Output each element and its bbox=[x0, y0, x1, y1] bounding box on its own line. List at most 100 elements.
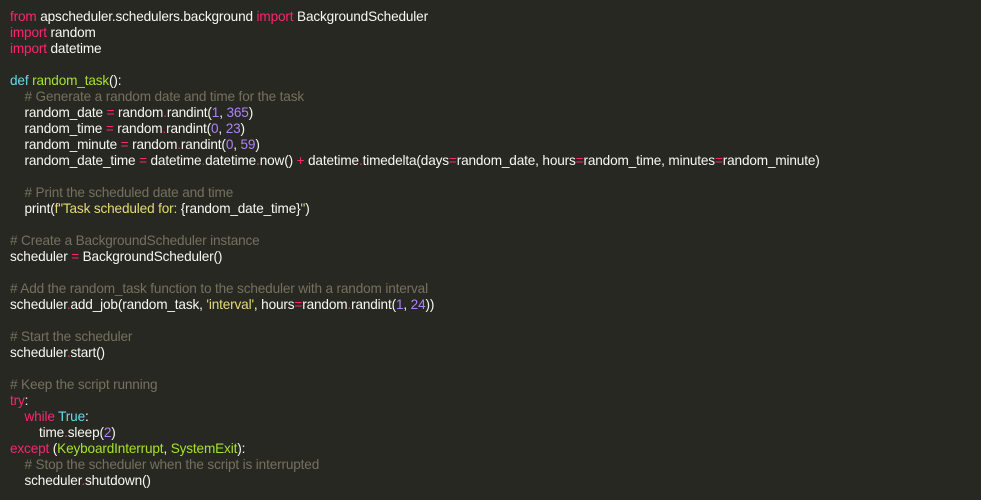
code-token-keyword: while bbox=[24, 409, 55, 424]
code-token-plain: randint( bbox=[166, 105, 212, 120]
code-token-plain: randint( bbox=[351, 297, 396, 312]
code-token-exc: SystemExit bbox=[170, 441, 238, 456]
code-token-plain: ) bbox=[305, 201, 310, 216]
code-line: # Keep the script running bbox=[10, 377, 978, 393]
code-token-plain: , bbox=[233, 137, 241, 152]
code-token-plain: ) bbox=[248, 105, 254, 120]
code-token-plain: scheduler bbox=[10, 345, 67, 360]
code-line: import datetime bbox=[10, 41, 978, 57]
code-token-plain: BackgroundScheduler bbox=[293, 9, 428, 24]
code-token-plain: random_time, minutes bbox=[583, 153, 715, 168]
code-token-number: 23 bbox=[225, 121, 241, 136]
code-token-plain: print( bbox=[10, 201, 55, 216]
code-token-plain: randint( bbox=[180, 137, 226, 152]
code-token-op: = bbox=[139, 153, 147, 168]
code-line: # Print the scheduled date and time bbox=[10, 185, 978, 201]
code-line: try: bbox=[10, 393, 978, 409]
code-token-plain: BackgroundScheduler() bbox=[79, 249, 223, 264]
code-token-number: 24 bbox=[410, 297, 426, 312]
code-token-plain: random bbox=[114, 105, 164, 120]
code-token-plain: shutdown() bbox=[85, 473, 151, 488]
code-token-op: = bbox=[714, 153, 723, 168]
code-token-plain: add_job(random_task, bbox=[70, 297, 207, 312]
code-token-plain: scheduler bbox=[10, 249, 72, 264]
code-line: scheduler = BackgroundScheduler() bbox=[10, 249, 978, 265]
code-token-comment: # Create a BackgroundScheduler instance bbox=[10, 233, 260, 248]
code-token-plain: scheduler bbox=[10, 473, 82, 488]
code-token-plain: scheduler bbox=[10, 297, 67, 312]
code-line: time.sleep(2) bbox=[10, 425, 978, 441]
code-token-comment: # Generate a random date and time for th… bbox=[24, 89, 305, 104]
code-token-plain: random bbox=[113, 121, 163, 136]
code-token-plain: datetime bbox=[46, 41, 102, 56]
code-token-string: 'interval' bbox=[206, 297, 254, 312]
code-token-plain: : bbox=[24, 393, 29, 408]
code-token-plain: ( bbox=[49, 441, 58, 456]
code-token-plain: datetime bbox=[304, 153, 359, 168]
code-token-plain: , hours bbox=[253, 297, 295, 312]
code-line: # Stop the scheduler when the script is … bbox=[10, 457, 978, 473]
code-token-plain: sleep( bbox=[67, 425, 104, 440]
code-token-plain: random_minute bbox=[10, 137, 121, 152]
code-token-plain: ): bbox=[237, 441, 246, 456]
code-editor[interactable]: from apscheduler.schedulers.background i… bbox=[0, 0, 981, 500]
code-token-plain: random bbox=[128, 137, 178, 152]
code-token-number: 365 bbox=[226, 105, 249, 120]
code-token-plain: ) bbox=[111, 425, 116, 440]
code-line: random_minute = random.randint(0, 59) bbox=[10, 137, 978, 153]
code-token-plain: ) bbox=[240, 121, 246, 136]
code-token-comment: # Stop the scheduler when the script is … bbox=[24, 457, 320, 472]
code-token-plain: random_minute) bbox=[722, 153, 820, 168]
code-token-plain: {random_date_time} bbox=[180, 201, 301, 216]
code-token-plain: , bbox=[218, 121, 226, 136]
code-token-keyword: import bbox=[10, 25, 47, 40]
code-token-plain: random bbox=[302, 297, 348, 312]
code-token-comment: # Print the scheduled date and time bbox=[24, 185, 234, 200]
code-token-plain: now() bbox=[259, 153, 297, 168]
code-token-exc: KeyboardInterrupt bbox=[57, 441, 164, 456]
code-token-keyword: import bbox=[256, 9, 294, 24]
code-token-comment: # Add the random_task function to the sc… bbox=[10, 281, 428, 296]
code-token-keyword: import bbox=[10, 41, 47, 56]
code-token-plain: random_date, hours bbox=[456, 153, 576, 168]
code-token-plain: ) bbox=[255, 137, 260, 152]
code-line: scheduler.shutdown() bbox=[10, 473, 978, 489]
code-content[interactable]: from apscheduler.schedulers.background i… bbox=[10, 9, 978, 489]
code-token-op: = bbox=[105, 121, 114, 136]
code-token-plain: start() bbox=[70, 345, 105, 360]
code-token-func: random_task bbox=[32, 73, 110, 88]
code-line: random_time = random.randint(0, 23) bbox=[10, 121, 978, 137]
code-line: except (KeyboardInterrupt, SystemExit): bbox=[10, 441, 978, 457]
code-line: # Generate a random date and time for th… bbox=[10, 89, 978, 105]
code-line: import random bbox=[10, 25, 978, 41]
code-token-string: f"Task scheduled for: bbox=[54, 201, 181, 216]
code-line: # Add the random_task function to the sc… bbox=[10, 281, 978, 297]
code-token-op: = bbox=[71, 249, 80, 264]
code-token-plain: random_time bbox=[10, 121, 106, 136]
code-token-plain: apscheduler.schedulers.background bbox=[36, 9, 257, 24]
code-token-plain: timedelta(days bbox=[362, 153, 449, 168]
code-token-comment: # Keep the script running bbox=[10, 377, 158, 392]
code-token-plain: randint( bbox=[166, 121, 211, 136]
code-token-plain: random_date_time bbox=[10, 153, 140, 168]
code-line: # Create a BackgroundScheduler instance bbox=[10, 233, 978, 249]
code-token-plain: , bbox=[403, 297, 411, 312]
code-token-plain: )) bbox=[425, 297, 435, 312]
code-token-plain: random bbox=[46, 25, 96, 40]
code-token-plain: , bbox=[163, 441, 171, 456]
code-line: from apscheduler.schedulers.background i… bbox=[10, 9, 978, 25]
code-token-plain: (): bbox=[109, 73, 122, 88]
code-line: random_date = random.randint(1, 365) bbox=[10, 105, 978, 121]
code-line: scheduler.add_job(random_task, 'interval… bbox=[10, 297, 978, 313]
code-token-plain: datetime bbox=[146, 153, 202, 168]
code-token-keyword: try bbox=[10, 393, 25, 408]
code-token-plain: : bbox=[85, 409, 89, 424]
code-line: while True: bbox=[10, 409, 978, 425]
